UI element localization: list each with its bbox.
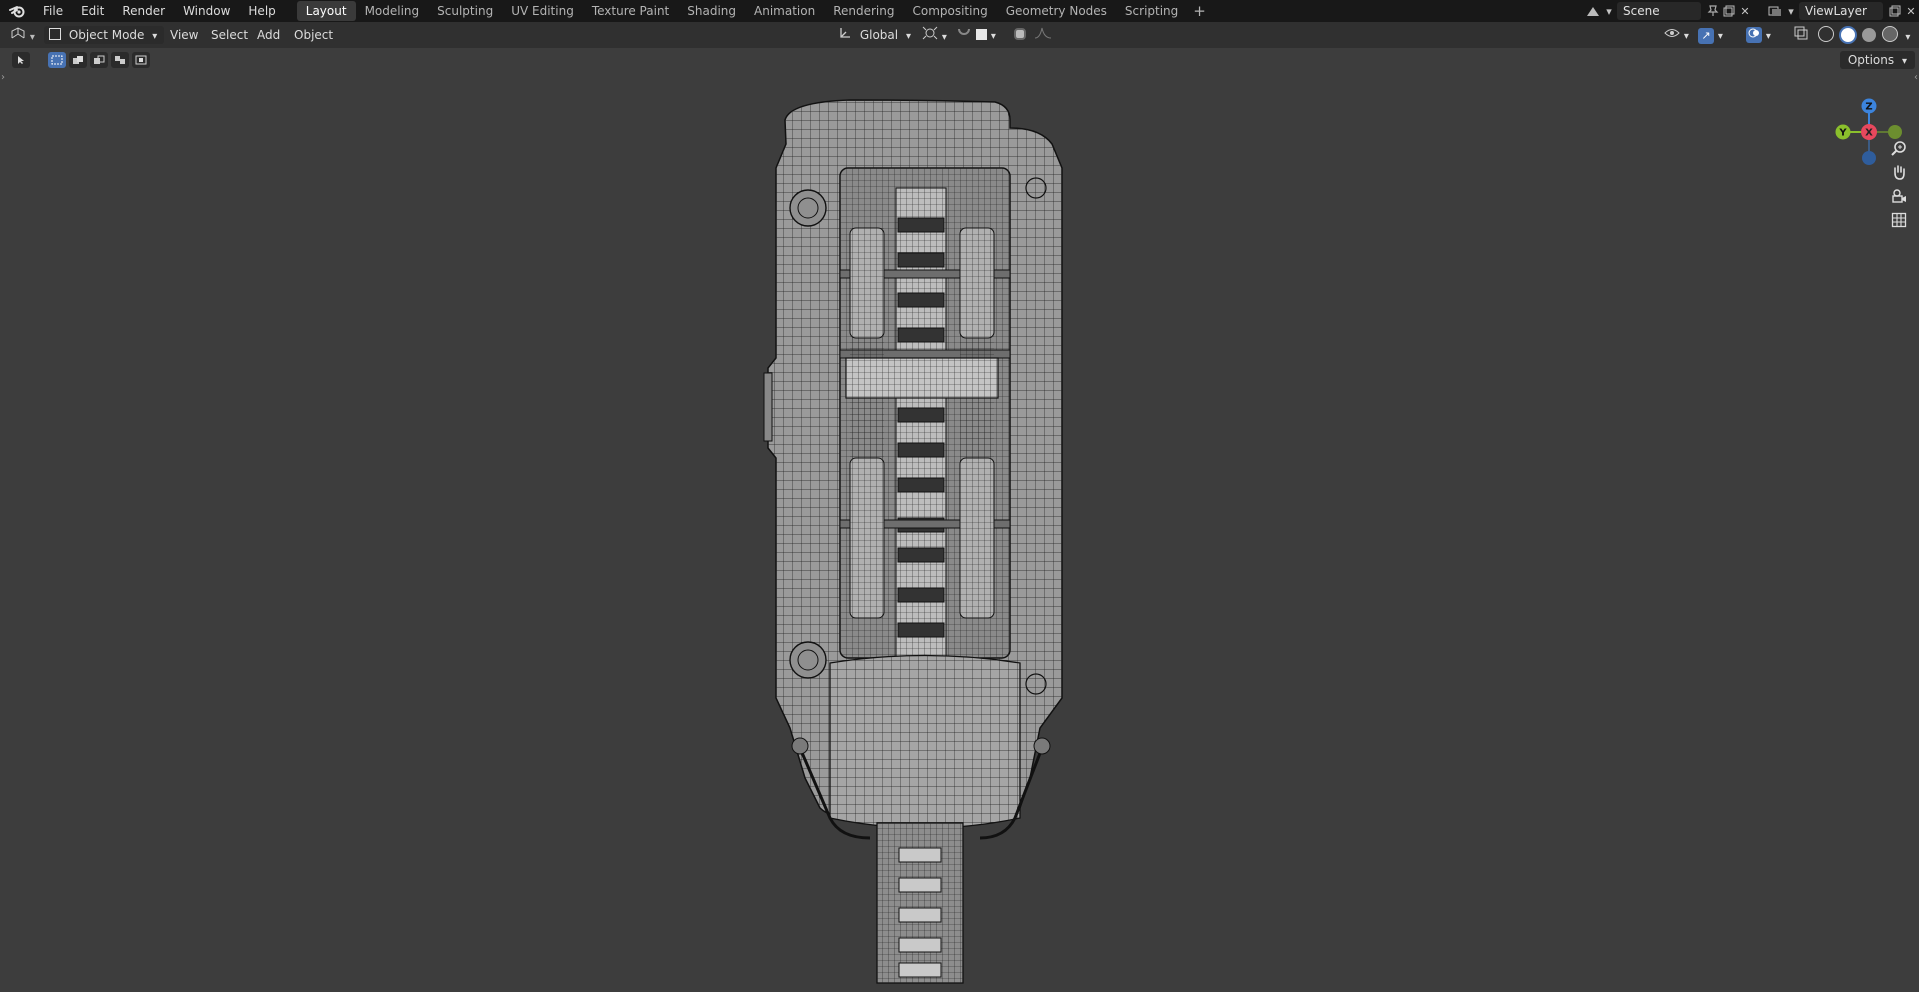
- ladder-rung: [897, 292, 945, 308]
- close-icon[interactable]: ✕: [1903, 3, 1919, 19]
- left-pillars-mesh: [850, 228, 884, 618]
- view-layer-name: ViewLayer: [1805, 4, 1867, 18]
- proportional-falloff-dropdown[interactable]: [1034, 26, 1052, 44]
- top-bar: File Edit Render Window Help Layout Mode…: [0, 0, 1919, 22]
- snap-target-dropdown[interactable]: ▾: [976, 26, 996, 44]
- proportional-edit-icon: [1014, 28, 1026, 40]
- bottom-stem-mesh: [877, 823, 963, 983]
- wireframe-model[interactable]: [0, 48, 1919, 992]
- view-menu[interactable]: View: [170, 26, 198, 44]
- editor-type-button[interactable]: ▾: [10, 26, 35, 44]
- ladder-rung: [897, 407, 945, 423]
- menu-render[interactable]: Render: [113, 0, 174, 22]
- stem-segment: [898, 877, 942, 893]
- transform-orientation-label: Global: [859, 28, 899, 42]
- pin-icon[interactable]: [1705, 3, 1721, 19]
- 3d-viewport[interactable]: › ‹ Options ▾ Z Y X: [0, 48, 1919, 992]
- ladder-rung: [897, 587, 945, 603]
- solid-shading-icon[interactable]: [1840, 28, 1855, 42]
- gizmo-toggle[interactable]: ↗ ▾: [1698, 26, 1723, 44]
- ladder-rung: [897, 622, 945, 638]
- snap-toggle[interactable]: [956, 26, 972, 44]
- new-scene-icon[interactable]: [1721, 3, 1737, 19]
- ladder-rung: [897, 217, 945, 233]
- ladder-rung: [897, 477, 945, 493]
- editor-type-icon: [10, 27, 30, 43]
- chevron-down-icon[interactable]: ▾: [1601, 3, 1617, 19]
- add-workspace-button[interactable]: +: [1187, 1, 1212, 21]
- lower-bowl-mesh: [830, 655, 1020, 828]
- chevron-down-icon: ▾: [152, 31, 158, 42]
- xray-toggle[interactable]: [1794, 26, 1808, 44]
- pivot-icon: [922, 26, 942, 43]
- scene-icon[interactable]: [1585, 3, 1601, 19]
- bolt-top-left: [789, 189, 827, 227]
- snap-target-icon: [976, 29, 987, 40]
- material-shading-icon[interactable]: [1861, 28, 1876, 42]
- ladder-rung: [897, 442, 945, 458]
- wireframe-shading-icon[interactable]: [1818, 26, 1834, 42]
- stem-segment: [898, 847, 942, 863]
- scene-name-field[interactable]: Scene: [1617, 2, 1701, 20]
- visibility-dropdown[interactable]: ▾: [1664, 26, 1689, 44]
- new-view-layer-icon[interactable]: [1887, 3, 1903, 19]
- right-pillars-mesh: [960, 228, 994, 618]
- tab-texture-paint[interactable]: Texture Paint: [583, 1, 678, 21]
- tab-animation[interactable]: Animation: [745, 1, 824, 21]
- add-menu[interactable]: Add: [257, 26, 280, 44]
- ladder-rung: [897, 252, 945, 268]
- object-mode-icon: [49, 28, 61, 40]
- menu-help[interactable]: Help: [239, 0, 284, 22]
- visibility-icon: [1664, 28, 1684, 42]
- close-icon[interactable]: ✕: [1737, 3, 1753, 19]
- tab-compositing[interactable]: Compositing: [903, 1, 996, 21]
- tab-rendering[interactable]: Rendering: [824, 1, 903, 21]
- stem-segment: [898, 937, 942, 953]
- scene-selectors: ▾ Scene ✕ ▾ ViewLayer ✕: [1585, 0, 1919, 22]
- crossbar-upper-mesh: [846, 358, 998, 398]
- select-menu[interactable]: Select: [211, 26, 248, 44]
- mode-label: Object Mode: [68, 28, 145, 42]
- object-menu[interactable]: Object: [294, 26, 333, 44]
- view-layer-icon[interactable]: [1767, 3, 1783, 19]
- falloff-curve-icon: [1034, 27, 1052, 39]
- menu-file[interactable]: File: [34, 0, 72, 22]
- tab-scripting[interactable]: Scripting: [1116, 1, 1187, 21]
- rendered-shading-icon[interactable]: [1882, 26, 1899, 42]
- ladder-rung: [897, 547, 945, 563]
- stem-segment: [898, 962, 942, 978]
- stem-segment: [898, 907, 942, 923]
- transform-orientation-dropdown[interactable]: Global ▾: [838, 26, 911, 44]
- transform-orientation-icon: [838, 28, 856, 42]
- tab-layout[interactable]: Layout: [296, 1, 356, 21]
- pivot-dropdown[interactable]: ▾: [922, 26, 947, 44]
- tab-geometry-nodes[interactable]: Geometry Nodes: [997, 1, 1116, 21]
- menu-edit[interactable]: Edit: [72, 0, 113, 22]
- view-layer-name-field[interactable]: ViewLayer: [1799, 2, 1883, 20]
- chevron-down-icon[interactable]: ▾: [1905, 32, 1910, 43]
- mode-dropdown[interactable]: Object Mode ▾: [44, 26, 164, 44]
- ladder-rung: [897, 327, 945, 343]
- chevron-down-icon[interactable]: ▾: [1783, 3, 1799, 19]
- workspace-tabs: Layout Modeling Sculpting UV Editing Tex…: [296, 0, 1212, 22]
- tab-sculpting[interactable]: Sculpting: [428, 1, 502, 21]
- bolt-bottom-left: [789, 641, 827, 679]
- side-tab: [763, 372, 773, 442]
- shading-mode-group: ▾: [1818, 26, 1910, 44]
- handle-joint-right: [1033, 737, 1051, 755]
- tab-uv-editing[interactable]: UV Editing: [502, 1, 583, 21]
- snap-icon: [956, 28, 972, 43]
- menu-window[interactable]: Window: [174, 0, 239, 22]
- handle-joint-left: [791, 737, 809, 755]
- tab-shading[interactable]: Shading: [678, 1, 745, 21]
- overlay-toggle[interactable]: ▾: [1746, 26, 1771, 44]
- proportional-edit-toggle[interactable]: [1014, 26, 1026, 44]
- scene-name: Scene: [1623, 4, 1660, 18]
- overlay-icon: [1746, 27, 1762, 43]
- xray-icon: [1794, 26, 1808, 43]
- blender-logo-icon[interactable]: [0, 0, 34, 22]
- viewport-header: ▾ Object Mode ▾ View Select Add Object G…: [0, 22, 1919, 48]
- tab-modeling[interactable]: Modeling: [356, 1, 429, 21]
- gizmo-icon: ↗: [1698, 28, 1714, 44]
